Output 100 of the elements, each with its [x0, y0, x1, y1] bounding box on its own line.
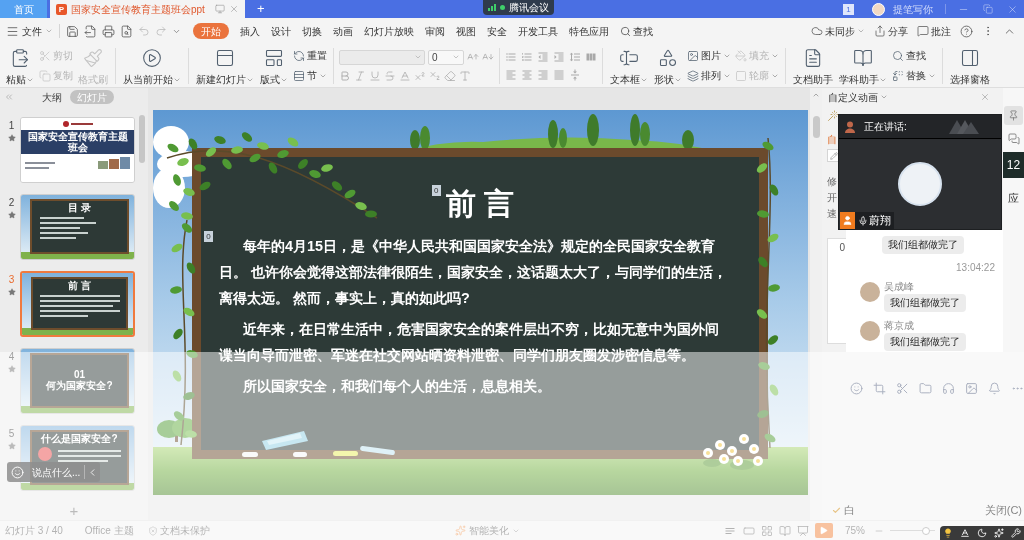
- folder-icon[interactable]: [919, 382, 932, 395]
- bell-icon[interactable]: [988, 382, 1001, 395]
- zoom-slider[interactable]: [890, 525, 935, 536]
- align-right-icon[interactable]: [537, 68, 549, 81]
- ribbon-tab[interactable]: 安全: [487, 23, 507, 39]
- strikethrough-icon[interactable]: [384, 69, 396, 82]
- font-icon[interactable]: [960, 528, 971, 538]
- emoji-icon[interactable]: [850, 382, 863, 395]
- comment-button[interactable]: 批注: [917, 23, 951, 39]
- close-icon[interactable]: [980, 92, 990, 102]
- avatar-icon[interactable]: [872, 2, 885, 16]
- underline-icon[interactable]: [369, 69, 381, 82]
- sync-button[interactable]: 未同步: [811, 23, 865, 39]
- image-icon[interactable]: [965, 382, 978, 395]
- align-center-icon[interactable]: [521, 68, 533, 81]
- justify-icon[interactable]: [553, 68, 565, 81]
- user-name[interactable]: 提笔写你: [893, 1, 933, 17]
- picture-button[interactable]: 图片: [686, 47, 732, 64]
- pin-button[interactable]: [1004, 106, 1023, 125]
- shape-button[interactable]: 形状: [652, 45, 684, 86]
- screenshot-icon[interactable]: [873, 382, 886, 395]
- search-button[interactable]: 查找: [620, 23, 653, 39]
- increase-indent-icon[interactable]: [553, 50, 565, 63]
- save-icon[interactable]: [66, 24, 79, 38]
- view-tab[interactable]: 大纲: [42, 90, 62, 104]
- layout-button[interactable]: 版式: [258, 45, 290, 86]
- scroll-up-icon[interactable]: [812, 91, 820, 99]
- sorter-view-icon[interactable]: [761, 524, 773, 537]
- superscript-icon[interactable]: [414, 69, 426, 82]
- slide-thumbnail[interactable]: 目 录: [20, 194, 135, 260]
- reading-view-icon[interactable]: [779, 524, 791, 537]
- vertical-align-icon[interactable]: [569, 68, 581, 81]
- redo-icon[interactable]: [155, 25, 167, 37]
- notification-badge[interactable]: 1: [843, 3, 854, 15]
- new-tab-button[interactable]: +: [252, 0, 269, 18]
- text-box-button[interactable]: 文本框: [608, 45, 650, 86]
- ribbon-tab[interactable]: 视图: [456, 23, 476, 39]
- chat-input[interactable]: 说点什么...: [32, 464, 84, 480]
- help-icon[interactable]: [960, 24, 973, 38]
- arrange-button[interactable]: 排列: [686, 67, 732, 84]
- font-color-icon[interactable]: [399, 69, 411, 82]
- close-icon[interactable]: [1007, 3, 1018, 15]
- line-spacing-icon[interactable]: [569, 50, 581, 63]
- eraser-icon[interactable]: [444, 69, 456, 82]
- find-button[interactable]: 查找: [891, 47, 937, 64]
- slide-thumbnail[interactable]: 前 言: [20, 271, 135, 337]
- align-left-icon[interactable]: [505, 68, 517, 81]
- scrollbar-thumb[interactable]: [812, 116, 820, 138]
- close-button[interactable]: 关闭(C): [984, 501, 1022, 519]
- print-preview-icon[interactable]: [120, 24, 133, 38]
- font-size-field[interactable]: 0: [428, 49, 464, 65]
- moon-icon[interactable]: [977, 528, 987, 538]
- slide-thumbnail[interactable]: 国家安全宣传教育主题班会: [20, 117, 135, 183]
- bold-icon[interactable]: [339, 69, 351, 82]
- file-menu[interactable]: 文件: [6, 23, 53, 39]
- slider-thumb[interactable]: [922, 526, 930, 535]
- close-icon[interactable]: [228, 4, 239, 14]
- presenter-view-icon[interactable]: [797, 524, 809, 537]
- ribbon-tab[interactable]: 切换: [302, 23, 322, 39]
- document-tab[interactable]: P 国家安全宣传教育主题班会ppt: [50, 0, 245, 18]
- ribbon-tab[interactable]: 特色应用: [569, 23, 609, 39]
- option-checkbox[interactable]: 白: [832, 501, 855, 519]
- undo-icon[interactable]: [138, 25, 150, 37]
- ribbon-tab[interactable]: 动画: [333, 23, 353, 39]
- selection-pane-button[interactable]: 选择窗格: [948, 45, 992, 86]
- chat-icon[interactable]: [1007, 133, 1020, 145]
- export-icon[interactable]: [84, 24, 97, 38]
- paste-button[interactable]: 粘贴: [4, 45, 36, 86]
- font-name-field[interactable]: [339, 49, 425, 65]
- headphones-icon[interactable]: [942, 382, 955, 395]
- document-assistant-button[interactable]: 文档助手: [791, 45, 835, 86]
- wand-icon[interactable]: [827, 110, 839, 122]
- subscript-icon[interactable]: [429, 69, 441, 82]
- decrease-indent-icon[interactable]: [537, 50, 549, 63]
- decrease-font-icon[interactable]: [482, 51, 494, 63]
- bullets-icon[interactable]: [505, 50, 517, 63]
- text-icon[interactable]: [459, 69, 471, 82]
- ribbon-tab[interactable]: 插入: [240, 23, 260, 39]
- play-button[interactable]: [815, 523, 833, 538]
- chat-input-bar[interactable]: 说点什么...: [7, 462, 100, 482]
- section-button[interactable]: 节: [292, 67, 328, 84]
- normal-view-icon[interactable]: [743, 524, 755, 537]
- bulb-icon[interactable]: [943, 528, 954, 538]
- pane-title[interactable]: 自定义动画: [828, 89, 888, 105]
- increase-font-icon[interactable]: [467, 51, 479, 63]
- subject-assistant-button[interactable]: 学科助手: [837, 45, 889, 86]
- ribbon-tab[interactable]: 审阅: [425, 23, 445, 39]
- sparkle-icon[interactable]: [993, 528, 1004, 538]
- reset-button[interactable]: 重置: [292, 47, 328, 64]
- replace-button[interactable]: 替换: [891, 67, 937, 84]
- monitor-icon[interactable]: [214, 4, 225, 14]
- restore-icon[interactable]: [983, 4, 993, 14]
- ribbon-tab[interactable]: 幻灯片放映: [364, 23, 414, 39]
- share-button[interactable]: 分享: [874, 23, 908, 39]
- new-slide-button[interactable]: 新建幻灯片: [194, 45, 256, 86]
- ribbon-tab[interactable]: 开发工具: [518, 23, 558, 39]
- play-from-current-button[interactable]: 从当前开始: [121, 45, 183, 86]
- double-chevron-icon[interactable]: [4, 92, 14, 102]
- italic-icon[interactable]: [354, 69, 366, 82]
- meeting-indicator[interactable]: 腾讯会议: [483, 0, 554, 15]
